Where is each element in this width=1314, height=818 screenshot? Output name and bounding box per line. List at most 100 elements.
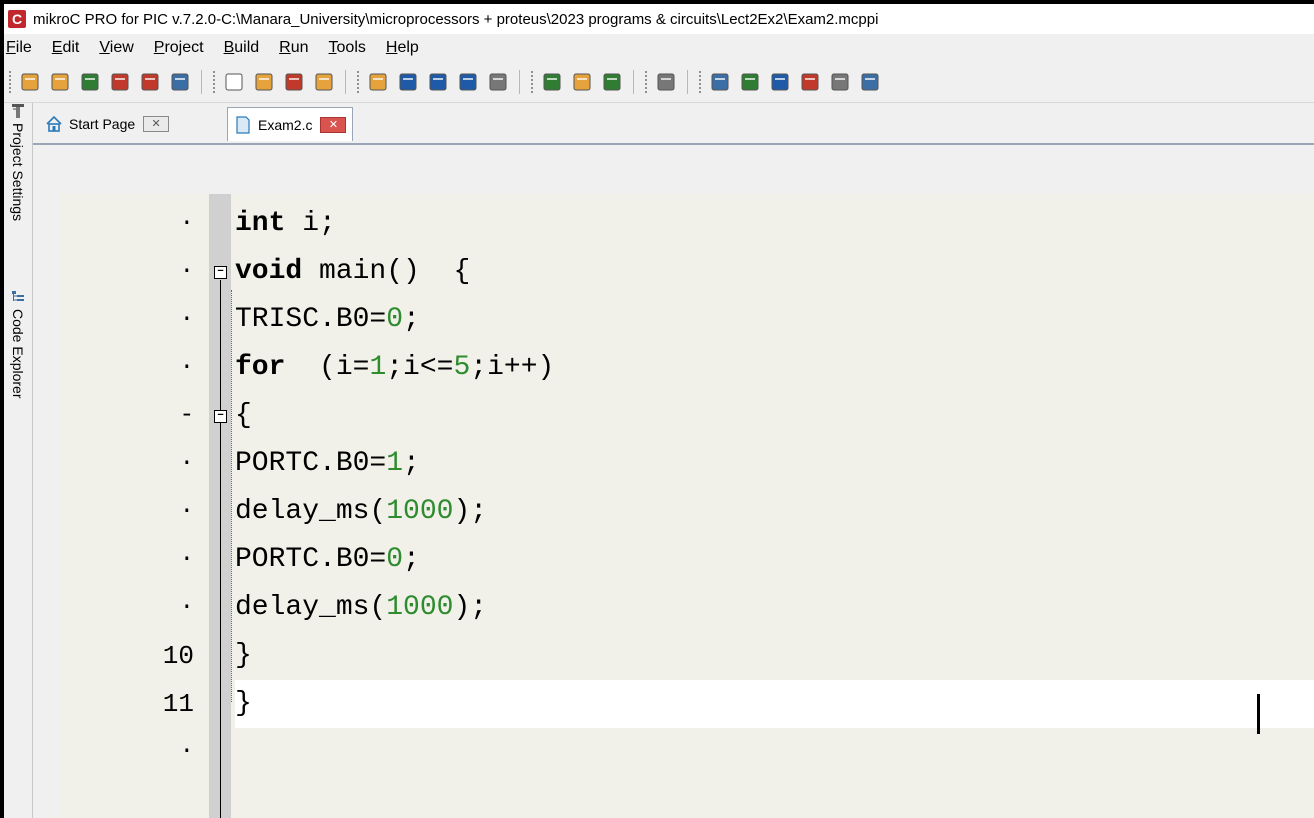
file-properties-icon[interactable] bbox=[312, 70, 336, 94]
code-line[interactable]: TRISC.B0=0; bbox=[235, 296, 1314, 344]
code-token: ;i<= bbox=[386, 352, 454, 383]
code-token: ; bbox=[403, 448, 420, 479]
open-project-dropdown-icon[interactable] bbox=[48, 70, 72, 94]
code-token: PORTC.B0= bbox=[235, 544, 387, 575]
code-line[interactable]: } bbox=[235, 632, 1314, 680]
code-token: PORTC.B0= bbox=[235, 448, 387, 479]
line-number: - bbox=[179, 402, 194, 429]
code-explorer-label: Code Explorer bbox=[10, 309, 26, 399]
code-token: ; bbox=[403, 544, 420, 575]
save-project-icon[interactable] bbox=[78, 70, 102, 94]
options-icon[interactable] bbox=[828, 70, 852, 94]
line-number: · bbox=[179, 450, 194, 477]
terminal-icon[interactable] bbox=[708, 70, 732, 94]
project-manager-icon[interactable] bbox=[168, 70, 192, 94]
menu-edit[interactable]: Edit bbox=[42, 39, 90, 57]
toolbar-grip[interactable] bbox=[644, 70, 648, 94]
menu-file[interactable]: File bbox=[4, 39, 42, 57]
toolbar-separator bbox=[345, 70, 346, 94]
program-chip-icon[interactable] bbox=[654, 70, 678, 94]
line-number: · bbox=[179, 546, 194, 573]
main-toolbar bbox=[4, 62, 1314, 103]
code-line[interactable]: delay_ms(1000); bbox=[235, 584, 1314, 632]
code-token: } bbox=[235, 688, 252, 719]
tools-icon[interactable] bbox=[858, 70, 882, 94]
menu-tools[interactable]: Tools bbox=[319, 39, 376, 57]
line-number: · bbox=[179, 258, 194, 285]
number-token: 0 bbox=[386, 304, 404, 335]
toolbar-separator bbox=[519, 70, 520, 94]
save-all-icon[interactable] bbox=[426, 70, 450, 94]
code-line[interactable] bbox=[235, 728, 1314, 776]
code-line[interactable]: void main() { bbox=[235, 248, 1314, 296]
new-file-icon[interactable] bbox=[222, 70, 246, 94]
toolbar-separator bbox=[201, 70, 202, 94]
open-file-dropdown-icon[interactable] bbox=[366, 70, 390, 94]
menu-view[interactable]: View bbox=[89, 39, 143, 57]
number-token: 1 bbox=[369, 352, 387, 383]
code-line[interactable]: { bbox=[235, 392, 1314, 440]
toolbar-grip[interactable] bbox=[356, 70, 360, 94]
build-icon[interactable] bbox=[540, 70, 564, 94]
code-line[interactable]: } bbox=[235, 680, 1314, 728]
ascii-chart-icon[interactable] bbox=[768, 70, 792, 94]
close-project-icon[interactable] bbox=[138, 70, 162, 94]
gprs-icon[interactable] bbox=[738, 70, 762, 94]
line-number: · bbox=[179, 306, 194, 333]
code-line[interactable]: delay_ms(1000); bbox=[235, 488, 1314, 536]
tab-exam2-c-label: Exam2.c bbox=[258, 116, 313, 133]
code-token: TRISC.B0= bbox=[235, 304, 387, 335]
build-program-icon[interactable] bbox=[600, 70, 624, 94]
number-token: 0 bbox=[386, 544, 404, 575]
code-line[interactable]: PORTC.B0=0; bbox=[235, 536, 1314, 584]
window-title: mikroC PRO for PIC v.7.2.0-C:\Manara_Uni… bbox=[33, 10, 879, 28]
fold-toggle-for[interactable]: − bbox=[214, 410, 227, 423]
code-line[interactable]: PORTC.B0=1; bbox=[235, 440, 1314, 488]
code-token: delay_ms( bbox=[235, 592, 387, 623]
block-guide-dots bbox=[231, 290, 233, 702]
title-bar: C mikroC PRO for PIC v.7.2.0-C:\Manara_U… bbox=[4, 4, 1314, 34]
project-settings-label: Project Settings bbox=[10, 123, 26, 222]
code-token: } bbox=[235, 640, 252, 671]
toolbar-separator bbox=[633, 70, 634, 94]
close-start-page-button[interactable]: ✕ bbox=[143, 116, 170, 132]
document-tabs: Start Page ✕ Exam2.c ✕ bbox=[33, 103, 1314, 145]
code-token: ); bbox=[453, 496, 488, 527]
project-settings-tab[interactable]: Project Settings bbox=[4, 103, 32, 221]
number-token: 1000 bbox=[386, 496, 454, 527]
remove-file-icon[interactable] bbox=[282, 70, 306, 94]
export-icon[interactable] bbox=[798, 70, 822, 94]
toolbar-grip[interactable] bbox=[530, 70, 534, 94]
menu-help[interactable]: Help bbox=[376, 39, 429, 57]
new-project-icon[interactable] bbox=[18, 70, 42, 94]
tab-start-page[interactable]: Start Page ✕ bbox=[39, 109, 175, 139]
mikroc-window: C mikroC PRO for PIC v.7.2.0-C:\Manara_U… bbox=[4, 4, 1314, 818]
number-token: 5 bbox=[453, 352, 471, 383]
menu-build[interactable]: Build bbox=[214, 39, 270, 57]
build-all-icon[interactable] bbox=[570, 70, 594, 94]
code-line[interactable]: for (i=1;i<=5;i++) bbox=[235, 344, 1314, 392]
close-exam2-c-button[interactable]: ✕ bbox=[320, 116, 347, 133]
line-number: · bbox=[179, 738, 194, 765]
edit-project-icon[interactable] bbox=[108, 70, 132, 94]
fold-toggle-main[interactable]: − bbox=[214, 266, 227, 279]
code-token: main() { bbox=[302, 256, 471, 287]
save-file-icon[interactable] bbox=[396, 70, 420, 94]
toolbar-grip[interactable] bbox=[212, 70, 216, 94]
menu-project[interactable]: Project bbox=[144, 39, 214, 57]
toolbar-grip[interactable] bbox=[698, 70, 702, 94]
code-token: ); bbox=[453, 592, 488, 623]
code-token: { bbox=[235, 400, 252, 431]
menu-run[interactable]: Run bbox=[269, 39, 318, 57]
print-icon[interactable] bbox=[486, 70, 510, 94]
toolbar-grip[interactable] bbox=[8, 70, 12, 94]
left-dock-panel: Project Settings Code Explorer bbox=[4, 103, 33, 818]
line-number: 11 bbox=[162, 689, 194, 719]
code-area[interactable]: int i; void main() {TRISC.B0=0; for (i=1;i… bbox=[235, 194, 1314, 818]
code-editor[interactable]: · · · · - · · · · 10 11 · int i; void main() {TRISC.… bbox=[59, 194, 1314, 818]
code-line[interactable]: int i; bbox=[235, 200, 1314, 248]
add-file-icon[interactable] bbox=[252, 70, 276, 94]
print-preview-icon[interactable] bbox=[456, 70, 480, 94]
tab-exam2-c[interactable]: Exam2.c ✕ bbox=[227, 107, 354, 141]
code-explorer-tab[interactable]: Code Explorer bbox=[4, 289, 32, 399]
